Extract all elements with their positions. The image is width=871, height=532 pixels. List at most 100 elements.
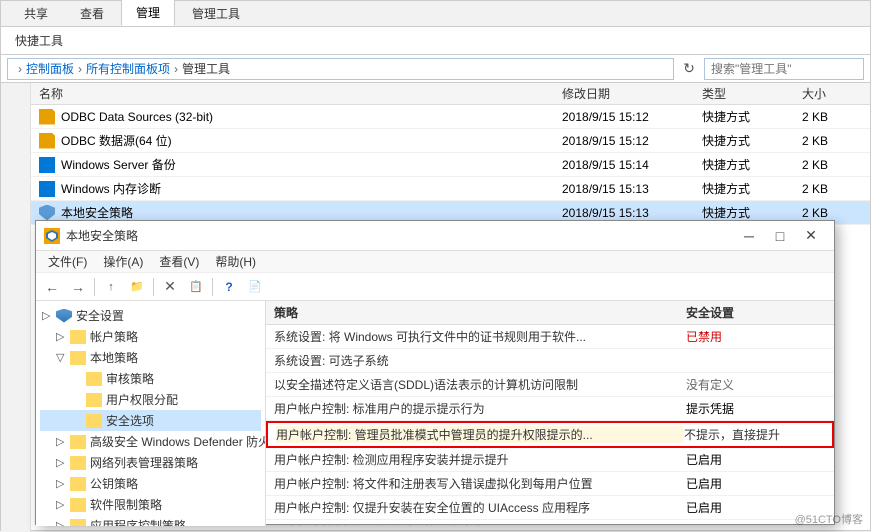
policy-row[interactable]: 用户帐户控制: 提示提升时切换到安全桌面 已禁用 — [266, 520, 834, 526]
toolbar-separator-2 — [153, 278, 154, 296]
policy-row[interactable]: 用户帐户控制: 仅提升安装在安全位置的 UIAccess 应用程序 已启用 — [266, 496, 834, 520]
tree-item-app-control[interactable]: ▷ 应用程序控制策略 — [40, 515, 261, 526]
tree-expand-appcontrol: ▷ — [56, 519, 70, 526]
toolbar-separator-3 — [212, 278, 213, 296]
lsp-tree: ▷ 安全设置 ▷ 帐户策略 ▽ 本地策略 审核策略 — [36, 301, 266, 526]
lsp-window: 本地安全策略 ─ □ ✕ 文件(F) 操作(A) 查看(V) 帮助(H) ← →… — [35, 220, 835, 525]
tree-item-network-list[interactable]: ▷ 网络列表管理器策略 — [40, 452, 261, 473]
policy-setting: 不提示，直接提升 — [684, 426, 824, 443]
policy-name: 用户帐户控制: 将文件和注册表写入错误虚拟化到每用户位置 — [274, 475, 686, 492]
back-button[interactable]: ← — [40, 276, 64, 298]
file-name-text: Windows Server 备份 — [61, 156, 176, 173]
file-name-text: 本地安全策略 — [61, 204, 133, 221]
tab-manage-tools[interactable]: 管理工具 — [177, 0, 255, 26]
folder-icon — [70, 351, 86, 365]
col-date[interactable]: 修改日期 — [562, 85, 702, 102]
tree-expand-software: ▷ — [56, 498, 70, 511]
folder-icon — [86, 414, 102, 428]
col-setting: 安全设置 — [686, 304, 826, 321]
content-header: 策略 安全设置 — [266, 301, 834, 325]
table-row[interactable]: ODBC Data Sources (32-bit) 2018/9/15 15:… — [31, 105, 870, 129]
col-name[interactable]: 名称 — [39, 85, 562, 102]
policy-setting: 已启用 — [686, 451, 826, 468]
file-date: 2018/9/15 15:12 — [562, 110, 702, 124]
folder-icon — [70, 456, 86, 470]
policy-name: 以安全描述符定义语言(SDDL)语法表示的计算机访问限制 — [274, 376, 686, 393]
file-size: 2 KB — [802, 158, 862, 172]
search-box[interactable] — [704, 58, 864, 80]
file-date: 2018/9/15 15:14 — [562, 158, 702, 172]
policy-row[interactable]: 以安全描述符定义语言(SDDL)语法表示的计算机访问限制 没有定义 — [266, 373, 834, 397]
tree-label: 软件限制策略 — [90, 496, 162, 513]
menu-view[interactable]: 查看(V) — [151, 251, 207, 272]
tree-item-security[interactable]: ▷ 安全设置 — [40, 305, 261, 326]
menu-file[interactable]: 文件(F) — [40, 251, 95, 272]
col-size[interactable]: 大小 — [802, 85, 862, 102]
file-type: 快捷方式 — [702, 132, 802, 149]
lsp-content: 策略 安全设置 系统设置: 将 Windows 可执行文件中的证书规则用于软件.… — [266, 301, 834, 526]
policy-setting: 已禁用 — [686, 328, 826, 345]
maximize-button[interactable]: □ — [765, 222, 795, 250]
tree-item-security-options[interactable]: 安全选项 — [40, 410, 261, 431]
tree-item-local-policy[interactable]: ▽ 本地策略 — [40, 347, 261, 368]
tree-expand-network: ▷ — [56, 456, 70, 469]
policy-setting: 已启用 — [686, 475, 826, 492]
file-size: 2 KB — [802, 206, 862, 220]
tab-manage[interactable]: 管理 — [121, 0, 175, 26]
policy-name: 用户帐户控制: 检测应用程序安装并提示提升 — [274, 451, 686, 468]
menu-action[interactable]: 操作(A) — [95, 251, 151, 272]
refresh-button[interactable]: ↻ — [678, 58, 700, 80]
file-date: 2018/9/15 15:13 — [562, 206, 702, 220]
table-row[interactable]: Windows Server 备份 2018/9/15 15:14 快捷方式 2… — [31, 153, 870, 177]
tree-expand-defender: ▷ — [56, 435, 70, 448]
tree-item-pubkey[interactable]: ▷ 公钥策略 — [40, 473, 261, 494]
table-row[interactable]: ODBC 数据源(64 位) 2018/9/15 15:12 快捷方式 2 KB — [31, 129, 870, 153]
col-type[interactable]: 类型 — [702, 85, 802, 102]
breadcrumb-current: 管理工具 — [182, 60, 230, 77]
tree-item-user-rights[interactable]: 用户权限分配 — [40, 389, 261, 410]
policy-row-highlighted[interactable]: 用户帐户控制: 管理员批准模式中管理员的提升权限提示的... 不提示，直接提升 — [266, 421, 834, 448]
window-controls: ─ □ ✕ — [734, 222, 826, 250]
tree-item-account-policy[interactable]: ▷ 帐户策略 — [40, 326, 261, 347]
forward-button[interactable]: → — [66, 276, 90, 298]
tree-expand-pubkey: ▷ — [56, 477, 70, 490]
tree-item-audit[interactable]: 审核策略 — [40, 368, 261, 389]
policy-row[interactable]: 系统设置: 可选子系统 — [266, 349, 834, 373]
file-icon-odbc64 — [39, 133, 55, 149]
close-button[interactable]: ✕ — [796, 222, 826, 250]
policy-row[interactable]: 系统设置: 将 Windows 可执行文件中的证书规则用于软件... 已禁用 — [266, 325, 834, 349]
lsp-main: ▷ 安全设置 ▷ 帐户策略 ▽ 本地策略 审核策略 — [36, 301, 834, 526]
policy-row[interactable]: 用户帐户控制: 将文件和注册表写入错误虚拟化到每用户位置 已启用 — [266, 472, 834, 496]
help-button[interactable]: ? — [217, 276, 241, 298]
policy-row[interactable]: 用户帐户控制: 检测应用程序安装并提示提升 已启用 — [266, 448, 834, 472]
ribbon-toolbar: 快捷工具 — [1, 27, 870, 55]
file-icon-security — [39, 205, 55, 221]
breadcrumb-sep-1: › — [78, 62, 82, 76]
up-button[interactable]: ↑ — [99, 276, 123, 298]
tree-label: 高级安全 Windows Defender 防火... — [90, 433, 266, 450]
policy-name: 用户帐户控制: 管理员批准模式中管理员的提升权限提示的... — [276, 426, 684, 443]
folder-icon — [70, 519, 86, 527]
tree-label: 本地策略 — [90, 349, 138, 366]
delete-button[interactable]: ✕ — [158, 276, 182, 298]
export-button[interactable]: 📄 — [243, 276, 267, 298]
minimize-button[interactable]: ─ — [734, 222, 764, 250]
file-name-text: Windows 内存诊断 — [61, 180, 161, 197]
file-size: 2 KB — [802, 110, 862, 124]
file-type: 快捷方式 — [702, 180, 802, 197]
folder-button[interactable]: 📁 — [125, 276, 149, 298]
toolbar-shortcut-tools[interactable]: 快捷工具 — [9, 30, 69, 51]
address-path[interactable]: › 控制面板 › 所有控制面板项 › 管理工具 — [7, 58, 674, 80]
policy-row[interactable]: 用户帐户控制: 标准用户的提示提示行为 提示凭据 — [266, 397, 834, 421]
tree-item-defender[interactable]: ▷ 高级安全 Windows Defender 防火... — [40, 431, 261, 452]
table-row[interactable]: Windows 内存诊断 2018/9/15 15:13 快捷方式 2 KB — [31, 177, 870, 201]
tab-share[interactable]: 共享 — [9, 0, 63, 26]
breadcrumb-all-items[interactable]: 所有控制面板项 — [86, 60, 170, 77]
tab-view[interactable]: 查看 — [65, 0, 119, 26]
breadcrumb-control-panel[interactable]: 控制面板 — [26, 60, 74, 77]
watermark: @51CTO博客 — [795, 511, 863, 527]
search-input[interactable] — [711, 62, 857, 76]
menu-help[interactable]: 帮助(H) — [207, 251, 264, 272]
tree-item-software[interactable]: ▷ 软件限制策略 — [40, 494, 261, 515]
properties-button[interactable]: 📋 — [184, 276, 208, 298]
